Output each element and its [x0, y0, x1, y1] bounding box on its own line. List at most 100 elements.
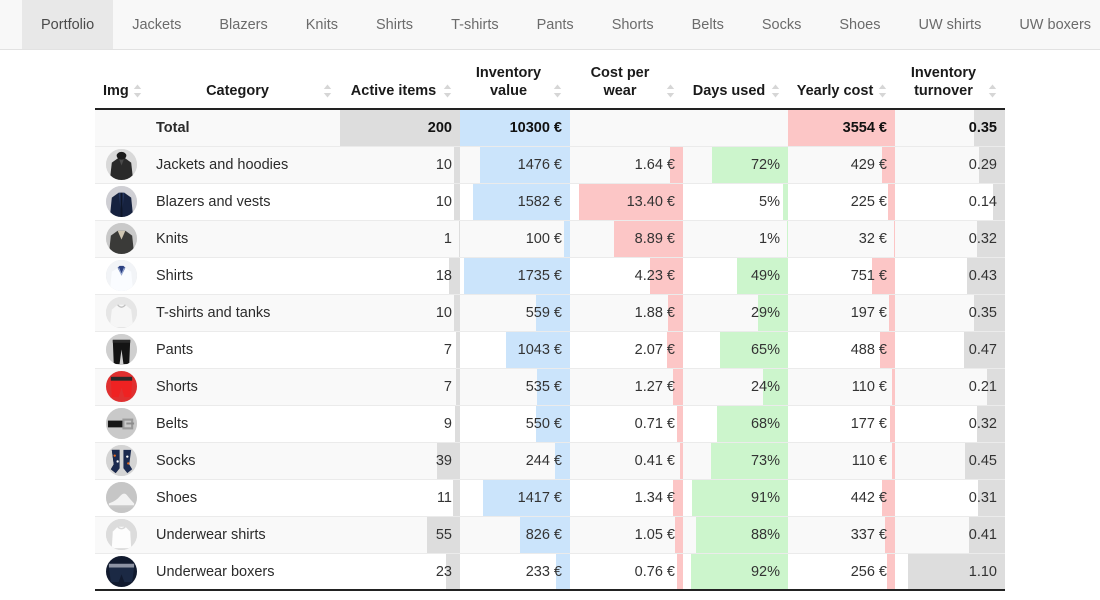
cell-cost-per-wear: 2.07 €: [570, 331, 683, 368]
column-header-days[interactable]: Days used: [683, 50, 788, 109]
cell-value: 0.31: [969, 490, 997, 506]
tshirt-thumb: [106, 297, 137, 328]
cell-cost-per-wear: 13.40 €: [570, 183, 683, 220]
tab-portfolio[interactable]: Portfolio: [22, 0, 113, 49]
tab-blazers[interactable]: Blazers: [200, 0, 286, 49]
cell-category: Total: [148, 109, 340, 146]
tab-socks[interactable]: Socks: [743, 0, 821, 49]
cell-active-items: 39: [340, 442, 460, 479]
column-header-inv[interactable]: Inventory value: [460, 50, 570, 109]
cell-inventory-value: 535 €: [460, 368, 570, 405]
cell-value: 4.23 €: [635, 268, 675, 284]
sort-icon[interactable]: [771, 84, 780, 100]
cell-value: 10300 €: [510, 120, 562, 136]
cell-value: 244 €: [526, 453, 562, 469]
tab-knits[interactable]: Knits: [287, 0, 357, 49]
column-header-cpw[interactable]: Cost per wear: [570, 50, 683, 109]
cell-days-used: 72%: [683, 146, 788, 183]
sort-icon[interactable]: [323, 84, 332, 100]
category-label: T-shirts and tanks: [156, 305, 270, 321]
cell-yearly-cost: 32 €: [788, 220, 895, 257]
cell-inventory-value: 10300 €: [460, 109, 570, 146]
cell-active-items: 23: [340, 553, 460, 590]
cell-cost-per-wear: 8.89 €: [570, 220, 683, 257]
column-header-label: Yearly cost: [796, 82, 874, 100]
column-header-yc[interactable]: Yearly cost: [788, 50, 895, 109]
cell-inventory-turnover: 0.32: [895, 220, 1005, 257]
cell-inventory-turnover: 0.43: [895, 257, 1005, 294]
uwshirt-thumb: [106, 519, 137, 550]
column-header-img[interactable]: Img: [95, 50, 148, 109]
table-row: Shorts7535 €1.27 €24%110 €0.21: [95, 368, 1005, 405]
tab-pants[interactable]: Pants: [518, 0, 593, 49]
cell-days-used: 92%: [683, 553, 788, 590]
cell-img: [95, 257, 148, 294]
column-header-cat[interactable]: Category: [148, 50, 340, 109]
tab-t-shirts[interactable]: T-shirts: [432, 0, 518, 49]
cell-inventory-value: 826 €: [460, 516, 570, 553]
cell-img: [95, 479, 148, 516]
cell-inventory-value: 1735 €: [460, 257, 570, 294]
cell-img: [95, 405, 148, 442]
cell-value: 0.35: [969, 305, 997, 321]
cell-inventory-value: 1476 €: [460, 146, 570, 183]
cell-value: 0.43: [969, 268, 997, 284]
cell-img: [95, 109, 148, 146]
blazer-thumb: [106, 186, 137, 217]
shirt-thumb: [106, 260, 137, 291]
cell-img: [95, 442, 148, 479]
sort-icon[interactable]: [443, 84, 452, 100]
cell-value: 826 €: [526, 527, 562, 543]
cell-active-items: 18: [340, 257, 460, 294]
cell-yearly-cost: 442 €: [788, 479, 895, 516]
cell-inventory-turnover: 0.31: [895, 479, 1005, 516]
tab-uw-shirts[interactable]: UW shirts: [899, 0, 1000, 49]
cell-inventory-turnover: 0.35: [895, 109, 1005, 146]
cell-inventory-value: 100 €: [460, 220, 570, 257]
cell-value: 488 €: [851, 342, 887, 358]
cell-inventory-turnover: 0.47: [895, 331, 1005, 368]
cell-active-items: 11: [340, 479, 460, 516]
cell-value: 0.45: [969, 453, 997, 469]
table-row: Blazers and vests101582 €13.40 €5%225 €0…: [95, 183, 1005, 220]
tab-uw-boxers[interactable]: UW boxers: [1000, 0, 1100, 49]
portfolio-table: ImgCategoryActive itemsInventory valueCo…: [95, 50, 1005, 591]
cell-yearly-cost: 110 €: [788, 442, 895, 479]
cell-value: 1: [444, 231, 452, 247]
cell-value: 68%: [751, 416, 780, 432]
cell-value: 65%: [751, 342, 780, 358]
value-bar: [453, 480, 460, 516]
value-bar: [888, 184, 895, 220]
sort-icon[interactable]: [133, 84, 142, 100]
tab-belts[interactable]: Belts: [673, 0, 743, 49]
cell-active-items: 7: [340, 331, 460, 368]
cell-days-used: 29%: [683, 294, 788, 331]
cell-days-used: 88%: [683, 516, 788, 553]
tab-shoes[interactable]: Shoes: [820, 0, 899, 49]
sort-icon[interactable]: [878, 84, 887, 100]
cell-value: 29%: [751, 305, 780, 321]
cell-value: 9: [444, 416, 452, 432]
cell-value: 1.27 €: [635, 379, 675, 395]
cell-value: 1.10: [969, 564, 997, 580]
cell-inventory-turnover: 0.14: [895, 183, 1005, 220]
cell-value: 32 €: [859, 231, 887, 247]
tab-shorts[interactable]: Shorts: [593, 0, 673, 49]
column-header-act[interactable]: Active items: [340, 50, 460, 109]
sort-icon[interactable]: [988, 84, 997, 100]
cell-inventory-turnover: 0.32: [895, 405, 1005, 442]
cell-value: 1417 €: [518, 490, 562, 506]
column-header-turn[interactable]: Inventory turnover: [895, 50, 1005, 109]
tab-shirts[interactable]: Shirts: [357, 0, 432, 49]
cell-cost-per-wear: 1.64 €: [570, 146, 683, 183]
cell-value: 1476 €: [518, 157, 562, 173]
table-row: Underwear shirts55826 €1.05 €88%337 €0.4…: [95, 516, 1005, 553]
cell-value: 751 €: [851, 268, 887, 284]
cell-category: Shorts: [148, 368, 340, 405]
tab-jackets[interactable]: Jackets: [113, 0, 200, 49]
sort-icon[interactable]: [666, 84, 675, 100]
cell-img: [95, 183, 148, 220]
table-row: T-shirts and tanks10559 €1.88 €29%197 €0…: [95, 294, 1005, 331]
cell-inventory-value: 233 €: [460, 553, 570, 590]
sort-icon[interactable]: [553, 84, 562, 100]
